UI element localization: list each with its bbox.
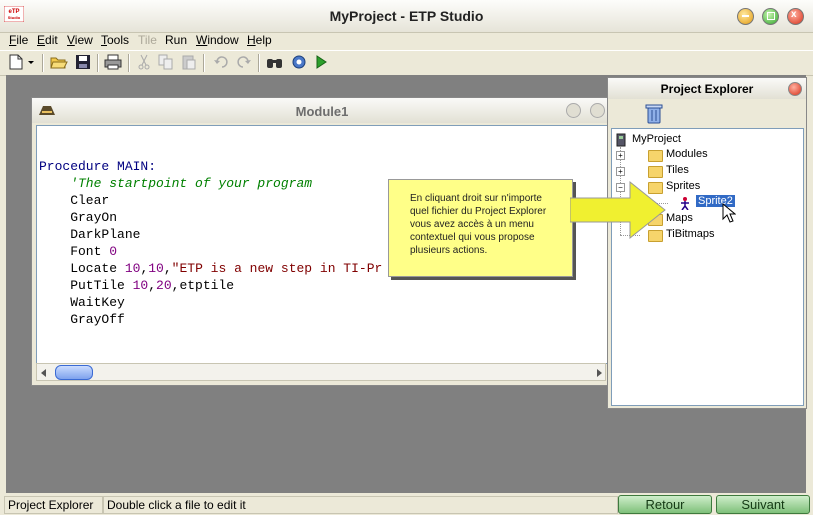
- folder-icon: [648, 166, 663, 178]
- code-line[interactable]: GrayOn: [39, 210, 117, 225]
- menu-file[interactable]: File: [9, 33, 28, 47]
- tutorial-callout: En cliquant droit sur n'importe quel fic…: [388, 179, 573, 277]
- close-button[interactable]: x: [787, 8, 804, 25]
- code-line[interactable]: DarkPlane: [39, 227, 140, 242]
- callout-text: En cliquant droit sur n'importe quel fic…: [410, 193, 547, 256]
- status-panel-2: Double click a file to edit it: [103, 496, 618, 514]
- maximize-button[interactable]: [762, 8, 779, 25]
- settings-icon[interactable]: [290, 54, 308, 71]
- find-icon[interactable]: [266, 54, 284, 71]
- minimize-button[interactable]: [737, 8, 754, 25]
- code-line[interactable]: Procedure MAIN:: [39, 159, 156, 174]
- undo-icon[interactable]: [212, 54, 230, 71]
- run-icon[interactable]: [312, 54, 330, 71]
- module-maximize-button[interactable]: [590, 103, 605, 118]
- project-tree[interactable]: MyProject + Modules + Tiles − Sprites Sp…: [611, 128, 804, 406]
- save-icon[interactable]: [74, 54, 92, 71]
- callout-arrow-icon: [569, 180, 670, 243]
- explorer-title: Project Explorer: [660, 82, 754, 96]
- paste-icon[interactable]: [180, 54, 198, 71]
- menu-window[interactable]: Window: [196, 33, 239, 47]
- explorer-close-button[interactable]: [788, 82, 802, 96]
- tree-item-modules[interactable]: Modules: [666, 148, 708, 160]
- tree-item-maps[interactable]: Maps: [666, 212, 693, 224]
- code-line[interactable]: Locate 10,10,"ETP is a new step in TI-Pr: [39, 261, 382, 276]
- folder-icon: [648, 150, 663, 162]
- menu-bar: File Edit View Tools Tile Run Window Help: [0, 32, 813, 50]
- sprite-icon: [678, 196, 692, 213]
- new-icon[interactable]: [7, 54, 25, 71]
- copy-icon[interactable]: [157, 54, 175, 71]
- code-line[interactable]: GrayOff: [39, 312, 125, 327]
- toolbar: [0, 50, 813, 76]
- status-panel-1: Project Explorer: [4, 496, 103, 514]
- tree-item-tibitmaps[interactable]: TiBitmaps: [666, 228, 715, 240]
- expand-tiles-icon[interactable]: +: [616, 167, 625, 176]
- dropdown-icon[interactable]: [25, 54, 37, 71]
- module-minimize-button[interactable]: [566, 103, 581, 118]
- tree-root-myproject[interactable]: MyProject: [632, 133, 681, 145]
- module-title-bar[interactable]: Module1: [32, 98, 612, 123]
- code-line[interactable]: Font 0: [39, 244, 117, 259]
- menu-help[interactable]: Help: [247, 33, 272, 47]
- menu-tools[interactable]: Tools: [101, 33, 129, 47]
- redo-icon[interactable]: [235, 54, 253, 71]
- scroll-right-icon[interactable]: [595, 367, 603, 381]
- code-line[interactable]: 'The startpoint of your program: [39, 176, 312, 191]
- back-button[interactable]: Retour: [618, 495, 712, 514]
- menu-edit[interactable]: Edit: [37, 33, 58, 47]
- menu-run[interactable]: Run: [165, 33, 187, 47]
- window-title: MyProject - ETP Studio: [329, 8, 484, 24]
- trash-icon[interactable]: [644, 102, 664, 124]
- print-icon[interactable]: [104, 54, 122, 71]
- tree-item-sprites[interactable]: Sprites: [666, 180, 700, 192]
- code-line[interactable]: Clear: [39, 193, 109, 208]
- tree-item-tiles[interactable]: Tiles: [666, 164, 689, 176]
- mouse-cursor-icon: [722, 202, 737, 226]
- cut-icon[interactable]: [135, 54, 153, 71]
- open-icon[interactable]: [50, 54, 68, 71]
- code-line[interactable]: PutTile 10,20,etptile: [39, 278, 234, 293]
- explorer-title-bar: Project Explorer: [608, 78, 806, 99]
- module-title: Module1: [295, 104, 349, 119]
- expand-modules-icon[interactable]: +: [616, 151, 625, 160]
- menu-tile[interactable]: Tile: [138, 33, 157, 47]
- horizontal-scrollbar[interactable]: [36, 363, 606, 381]
- scroll-thumb[interactable]: [55, 365, 93, 380]
- menu-view[interactable]: View: [67, 33, 93, 47]
- code-line[interactable]: WaitKey: [39, 295, 125, 310]
- next-button[interactable]: Suivant: [716, 495, 810, 514]
- project-explorer-panel: Project Explorer MyProject + Modules + T…: [607, 77, 807, 409]
- scroll-left-icon[interactable]: [40, 367, 48, 381]
- title-bar[interactable]: eTP Studio MyProject - ETP Studio x: [0, 0, 813, 33]
